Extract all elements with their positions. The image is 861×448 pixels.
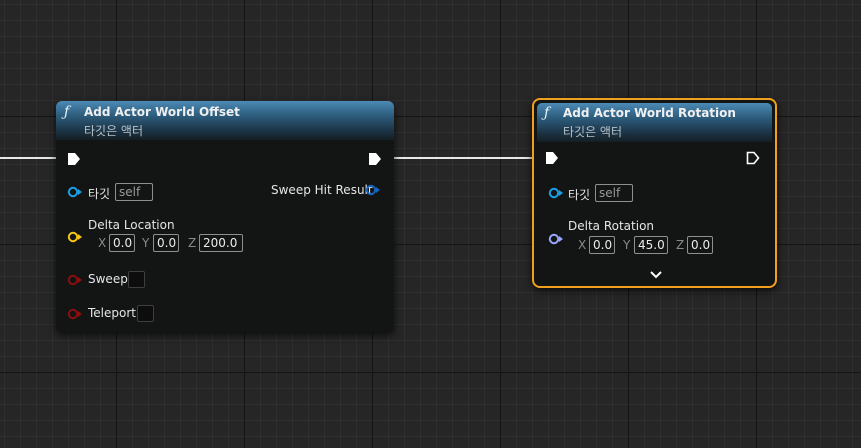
function-icon: ƒ: [64, 104, 70, 120]
teleport-label: Teleport: [88, 306, 136, 320]
exec-wire-in[interactable]: [0, 157, 62, 159]
sweep-checkbox[interactable]: [128, 271, 145, 288]
node-header[interactable]: ƒ Add Actor World Offset 타깃은 액터: [56, 101, 394, 140]
exec-wire-between-nodes[interactable]: [386, 157, 544, 159]
delta-location-label: Delta Location: [88, 218, 175, 232]
chevron-down-icon[interactable]: [649, 270, 663, 280]
z-axis-label: Z: [188, 236, 197, 250]
rotation-z-field[interactable]: 0.0: [687, 236, 713, 254]
target-self-field[interactable]: self: [595, 184, 633, 202]
target-label: 타깃: [88, 187, 111, 201]
target-label: 타깃: [568, 188, 591, 202]
location-y-field[interactable]: 0.0: [153, 234, 179, 252]
add-actor-world-rotation-node[interactable]: ƒ Add Actor World Rotation 타깃은 액터 타깃 sel…: [532, 98, 777, 288]
x-axis-label: X: [98, 236, 107, 250]
object-pin-icon[interactable]: [548, 187, 564, 199]
function-icon: ƒ: [544, 105, 550, 121]
rotation-x-field[interactable]: 0.0: [589, 236, 615, 254]
rotator-pin-icon[interactable]: [548, 233, 564, 245]
exec-in-pin-icon[interactable]: [545, 151, 559, 165]
node-subtitle: 타깃은 액터: [563, 125, 623, 139]
target-self-field[interactable]: self: [115, 183, 153, 201]
sweep-hit-result-label: Sweep Hit Result: [271, 183, 373, 197]
y-axis-label: Y: [142, 236, 150, 250]
node-title: Add Actor World Rotation: [563, 106, 736, 120]
x-axis-label: X: [578, 238, 587, 252]
y-axis-label: Y: [623, 238, 631, 252]
location-x-field[interactable]: 0.0: [109, 234, 135, 252]
sweep-label: Sweep: [88, 272, 128, 286]
struct-pin-icon[interactable]: [365, 184, 381, 196]
node-subtitle: 타깃은 액터: [84, 124, 144, 138]
delta-rotation-label: Delta Rotation: [568, 219, 655, 233]
vector-pin-icon[interactable]: [67, 231, 83, 243]
exec-in-pin-icon[interactable]: [67, 152, 81, 166]
add-actor-world-offset-node[interactable]: ƒ Add Actor World Offset 타깃은 액터 타깃 self …: [56, 101, 394, 332]
object-pin-icon[interactable]: [67, 186, 83, 198]
exec-out-pin-icon[interactable]: [746, 151, 760, 165]
location-z-field[interactable]: 200.0: [199, 234, 243, 252]
teleport-checkbox[interactable]: [137, 305, 154, 322]
bool-pin-icon[interactable]: [67, 308, 83, 320]
node-header[interactable]: ƒ Add Actor World Rotation 타깃은 액터: [537, 103, 772, 142]
node-title: Add Actor World Offset: [84, 105, 240, 119]
rotation-y-field[interactable]: 45.0: [634, 236, 668, 254]
exec-out-pin-icon[interactable]: [368, 152, 382, 166]
z-axis-label: Z: [676, 238, 685, 252]
bool-pin-icon[interactable]: [67, 274, 83, 286]
